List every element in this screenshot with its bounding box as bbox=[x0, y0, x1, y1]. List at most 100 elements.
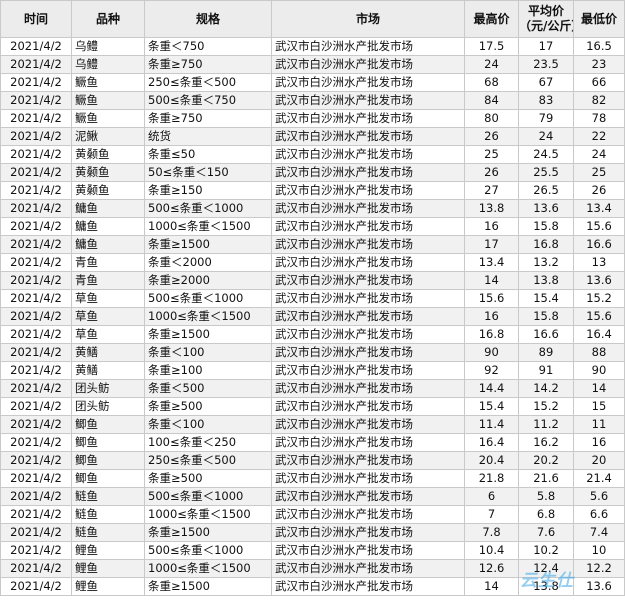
cell-avg: 16.8 bbox=[518, 235, 574, 254]
cell-min: 25 bbox=[573, 163, 625, 182]
cell-avg: 15.4 bbox=[518, 289, 574, 308]
cell-date: 2021/4/2 bbox=[0, 451, 72, 470]
header-name: 品种 bbox=[71, 0, 145, 38]
cell-max: 80 bbox=[464, 109, 519, 128]
price-table: 时间 品种 规格 市场 最高价 平均价（元/公斤） 最低价 2021/4/2乌鳢… bbox=[0, 0, 625, 596]
cell-min: 15 bbox=[573, 397, 625, 416]
cell-avg: 15.2 bbox=[518, 397, 574, 416]
cell-spec: 条重＜500 bbox=[144, 379, 272, 398]
cell-spec: 条重≥750 bbox=[144, 55, 272, 74]
cell-spec: 250≤条重＜500 bbox=[144, 451, 272, 470]
cell-spec: 500≤条重＜1000 bbox=[144, 541, 272, 560]
header-max: 最高价 bbox=[464, 0, 519, 38]
cell-max: 21.8 bbox=[464, 469, 519, 488]
cell-avg: 5.8 bbox=[518, 487, 574, 506]
cell-name: 草鱼 bbox=[71, 325, 145, 344]
cell-spec: 条重＜100 bbox=[144, 343, 272, 362]
cell-min: 26 bbox=[573, 181, 625, 200]
cell-market: 武汉市白沙洲水产批发市场 bbox=[271, 235, 465, 254]
cell-avg: 23.5 bbox=[518, 55, 574, 74]
cell-name: 鳜鱼 bbox=[71, 109, 145, 128]
cell-name: 鲫鱼 bbox=[71, 469, 145, 488]
cell-name: 鲤鱼 bbox=[71, 577, 145, 596]
header-market: 市场 bbox=[271, 0, 465, 38]
cell-name: 黄颡鱼 bbox=[71, 181, 145, 200]
cell-avg: 24.5 bbox=[518, 145, 574, 164]
cell-spec: 条重≥500 bbox=[144, 397, 272, 416]
cell-min: 66 bbox=[573, 73, 625, 92]
cell-spec: 条重≥150 bbox=[144, 181, 272, 200]
cell-max: 84 bbox=[464, 91, 519, 110]
cell-name: 鲢鱼 bbox=[71, 523, 145, 542]
cell-name: 黄鳝 bbox=[71, 343, 145, 362]
cell-market: 武汉市白沙洲水产批发市场 bbox=[271, 379, 465, 398]
cell-spec: 条重≥100 bbox=[144, 361, 272, 380]
table-row: 2021/4/2 鲫鱼 250≤条重＜500 武汉市白沙洲水产批发市场 20.4 20.2… bbox=[0, 451, 625, 470]
cell-market: 武汉市白沙洲水产批发市场 bbox=[271, 55, 465, 74]
cell-market: 武汉市白沙洲水产批发市场 bbox=[271, 91, 465, 110]
cell-name: 草鱼 bbox=[71, 307, 145, 326]
cell-spec: 100≤条重＜250 bbox=[144, 433, 272, 452]
table-row: 2021/4/2 黄鳝 条重≥100 武汉市白沙洲水产批发市场 92 91 90 bbox=[0, 361, 625, 380]
table-row: 2021/4/2 草鱼 1000≤条重＜1500 武汉市白沙洲水产批发市场 16 15.8… bbox=[0, 307, 625, 326]
header-row: 时间 品种 规格 市场 最高价 平均价（元/公斤） 最低价 bbox=[0, 0, 625, 38]
cell-name: 鲤鱼 bbox=[71, 541, 145, 560]
cell-name: 鳜鱼 bbox=[71, 73, 145, 92]
cell-market: 武汉市白沙洲水产批发市场 bbox=[271, 505, 465, 524]
cell-min: 20 bbox=[573, 451, 625, 470]
cell-name: 鳙鱼 bbox=[71, 199, 145, 218]
cell-min: 6.6 bbox=[573, 505, 625, 524]
cell-market: 武汉市白沙洲水产批发市场 bbox=[271, 217, 465, 236]
cell-max: 15.4 bbox=[464, 397, 519, 416]
cell-date: 2021/4/2 bbox=[0, 127, 72, 146]
cell-spec: 1000≤条重＜1500 bbox=[144, 307, 272, 326]
cell-avg: 67 bbox=[518, 73, 574, 92]
cell-market: 武汉市白沙洲水产批发市场 bbox=[271, 199, 465, 218]
cell-max: 13.4 bbox=[464, 253, 519, 272]
cell-avg: 83 bbox=[518, 91, 574, 110]
cell-max: 27 bbox=[464, 181, 519, 200]
cell-max: 15.6 bbox=[464, 289, 519, 308]
cell-min: 15.2 bbox=[573, 289, 625, 308]
cell-max: 24 bbox=[464, 55, 519, 74]
header-unit: （元/公斤） bbox=[519, 19, 573, 33]
cell-min: 78 bbox=[573, 109, 625, 128]
cell-spec: 50≤条重＜150 bbox=[144, 163, 272, 182]
cell-name: 草鱼 bbox=[71, 289, 145, 308]
cell-avg: 20.2 bbox=[518, 451, 574, 470]
cell-market: 武汉市白沙洲水产批发市场 bbox=[271, 37, 465, 56]
cell-date: 2021/4/2 bbox=[0, 55, 72, 74]
table-row: 2021/4/2 团头鲂 条重≥500 武汉市白沙洲水产批发市场 15.4 15.2 15 bbox=[0, 397, 625, 416]
cell-name: 乌鳢 bbox=[71, 37, 145, 56]
cell-max: 13.8 bbox=[464, 199, 519, 218]
cell-spec: 条重≥1500 bbox=[144, 325, 272, 344]
cell-spec: 条重≤50 bbox=[144, 145, 272, 164]
cell-name: 鲫鱼 bbox=[71, 451, 145, 470]
cell-spec: 条重＜750 bbox=[144, 37, 272, 56]
cell-date: 2021/4/2 bbox=[0, 307, 72, 326]
cell-min: 12.2 bbox=[573, 559, 625, 578]
cell-date: 2021/4/2 bbox=[0, 253, 72, 272]
cell-date: 2021/4/2 bbox=[0, 163, 72, 182]
cell-name: 鲫鱼 bbox=[71, 415, 145, 434]
cell-spec: 条重＜100 bbox=[144, 415, 272, 434]
table-row: 2021/4/2 鳙鱼 条重≥1500 武汉市白沙洲水产批发市场 17 16.8 16.6 bbox=[0, 235, 625, 254]
cell-spec: 500≤条重＜750 bbox=[144, 91, 272, 110]
cell-market: 武汉市白沙洲水产批发市场 bbox=[271, 163, 465, 182]
cell-avg: 24 bbox=[518, 127, 574, 146]
cell-name: 鳙鱼 bbox=[71, 217, 145, 236]
cell-name: 鳜鱼 bbox=[71, 91, 145, 110]
cell-date: 2021/4/2 bbox=[0, 109, 72, 128]
cell-spec: 500≤条重＜1000 bbox=[144, 487, 272, 506]
cell-spec: 条重≥1500 bbox=[144, 235, 272, 254]
table-row: 2021/4/2 鳙鱼 500≤条重＜1000 武汉市白沙洲水产批发市场 13.8 13.… bbox=[0, 199, 625, 218]
table-row: 2021/4/2 鳜鱼 250≤条重＜500 武汉市白沙洲水产批发市场 68 67 66 bbox=[0, 73, 625, 92]
cell-avg: 91 bbox=[518, 361, 574, 380]
table-row: 2021/4/2 泥鳅 统货 武汉市白沙洲水产批发市场 26 24 22 bbox=[0, 127, 625, 146]
cell-avg: 11.2 bbox=[518, 415, 574, 434]
cell-market: 武汉市白沙洲水产批发市场 bbox=[271, 289, 465, 308]
table-row: 2021/4/2 团头鲂 条重＜500 武汉市白沙洲水产批发市场 14.4 14.2 14 bbox=[0, 379, 625, 398]
cell-min: 23 bbox=[573, 55, 625, 74]
cell-name: 鲫鱼 bbox=[71, 433, 145, 452]
cell-max: 17.5 bbox=[464, 37, 519, 56]
